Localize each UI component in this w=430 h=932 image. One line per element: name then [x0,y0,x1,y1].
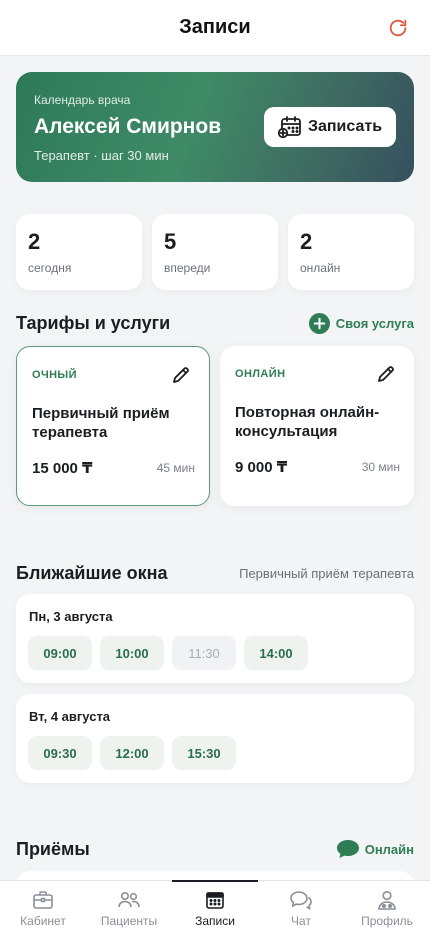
stat-value: 2 [28,229,41,254]
tab-bar: Кабинет Пациенты Записи Чат Профиль [0,880,430,932]
tab-label: Профиль [361,914,413,928]
online-filter-button[interactable]: Онлайн [336,839,414,859]
plus-circle-icon [308,313,330,334]
tab-label: Пациенты [100,914,158,928]
tariff-name: Повторная онлайн-консультация [235,404,380,440]
stat-value: 2 [300,229,313,254]
tariff-price: 15 000 ₸ [32,460,93,477]
active-tab-indicator [172,880,258,882]
calendar-add-icon [277,116,301,138]
tab-label: Кабинет [20,914,66,928]
day-card: Вт, 4 августа 09:30 12:00 15:30 [16,694,414,783]
tariffs-title: Тарифы и услуги [16,313,171,333]
pencil-icon [173,367,189,383]
book-button-label: Записать [307,118,383,135]
page-title: Записи [179,16,251,38]
time-slot[interactable]: 10:00 [100,636,164,670]
hero-subtitle: Календарь врача [34,93,131,107]
stat-online[interactable]: 2 онлайн [288,214,414,290]
online-filter-label: Онлайн [364,841,414,857]
chat-bubble-icon [336,840,359,858]
stat-today[interactable]: 2 сегодня [16,214,142,290]
refresh-button[interactable] [384,14,412,42]
time-slot[interactable]: 14:00 [244,636,308,670]
time-slot[interactable]: 09:00 [28,636,92,670]
people-icon [118,891,140,908]
doctor-calendar-card: Календарь врача Алексей Смирнов Терапевт… [16,72,414,182]
tariff-kind: ОЧНЫЙ [32,369,77,381]
appointments-title: Приёмы [16,839,90,859]
briefcase-icon [33,891,53,909]
day-title: Пн, 3 августа [29,609,113,624]
tariff-card[interactable]: ОНЛАЙН Повторная онлайн-консультация 9 0… [220,346,414,506]
edit-tariff-button[interactable] [171,365,191,385]
time-slot[interactable]: 15:30 [172,736,236,770]
tariff-duration: 45 мин [156,461,195,475]
calendar-icon [206,892,224,909]
book-button[interactable]: Записать [264,107,396,147]
tariff-kind: ОНЛАЙН [235,368,286,380]
tariff-card[interactable]: ОЧНЫЙ Первичный приём терапевта 15 000 ₸… [16,346,210,506]
slots-title: Ближайшие окна [16,563,168,583]
stat-value: 5 [164,229,177,254]
add-service-label: Своя услуга [335,316,414,331]
profile-icon [378,890,396,910]
tariff-price: 9 000 ₸ [235,459,288,476]
slots-service: Первичный приём терапевта [239,566,414,581]
edit-tariff-button[interactable] [376,364,396,384]
tariff-duration: 30 мин [361,460,400,474]
stat-label: впереди [164,261,211,275]
stat-label: сегодня [28,261,72,275]
time-slot[interactable]: 09:30 [28,736,92,770]
tab-chat[interactable]: Чат [258,881,344,932]
tab-appointments[interactable]: Записи [172,880,258,932]
tab-cabinet[interactable]: Кабинет [0,881,86,932]
time-slot-unavailable: 11:30 [172,636,236,670]
refresh-icon [389,19,407,37]
day-card: Пн, 3 августа 09:00 10:00 11:30 14:00 [16,594,414,683]
chat-icon [290,891,312,910]
pencil-icon [378,366,394,382]
stat-upcoming[interactable]: 5 впереди [152,214,278,290]
stat-label: онлайн [300,261,341,275]
tab-label: Чат [291,914,311,928]
doctor-meta: Терапевт · шаг 30 мин [34,148,169,163]
add-service-button[interactable]: Своя услуга [308,313,414,334]
tab-patients[interactable]: Пациенты [86,881,172,932]
tariff-name: Первичный приём терапевта [32,405,170,441]
tab-label: Записи [195,914,235,928]
doctor-name: Алексей Смирнов [34,115,222,138]
day-title: Вт, 4 августа [29,709,111,724]
app-header: Записи [0,0,430,56]
time-slot[interactable]: 12:00 [100,736,164,770]
tab-profile[interactable]: Профиль [344,881,430,932]
